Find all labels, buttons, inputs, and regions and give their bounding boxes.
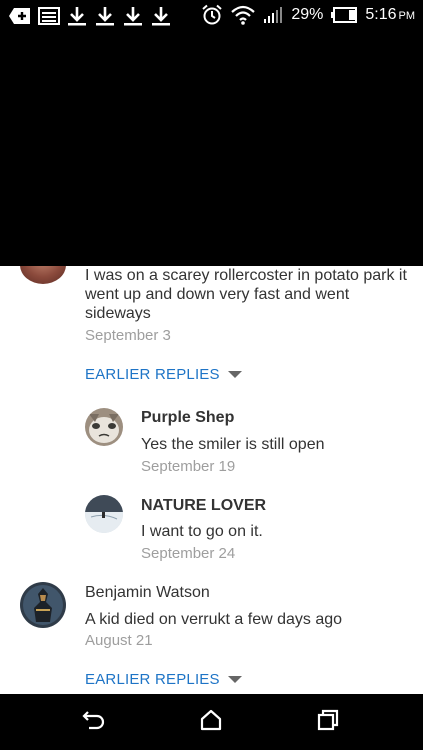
recents-button[interactable] — [313, 708, 343, 736]
avatar[interactable] — [20, 582, 66, 628]
download-icon — [94, 6, 116, 26]
add-box-icon — [8, 7, 32, 25]
home-button[interactable] — [196, 708, 226, 736]
video-player[interactable] — [0, 34, 423, 266]
reply-text: Yes the smiler is still open — [141, 436, 325, 453]
download-icon — [66, 6, 88, 26]
comments-list[interactable]: I was on a scarey rollercoster in potato… — [0, 266, 423, 694]
earlier-replies-label: EARLIER REPLIES — [85, 671, 220, 688]
back-icon — [82, 709, 106, 736]
status-bar: 29% 5:16 PM — [0, 0, 423, 34]
earlier-replies-button[interactable]: EARLIER REPLIES — [85, 671, 242, 688]
status-notifications — [8, 6, 172, 26]
chevron-down-icon — [227, 676, 242, 683]
reply-date: September 24 — [141, 545, 236, 562]
battery-percent: 29% — [291, 6, 324, 23]
wifi-icon — [231, 5, 256, 25]
reply-date: September 19 — [141, 458, 236, 475]
image-icon — [38, 7, 60, 25]
clock-ampm: PM — [398, 10, 416, 22]
download-icon — [122, 6, 144, 26]
reply-author[interactable]: Purple Shep — [141, 409, 234, 427]
reply-text: I want to go on it. — [141, 523, 263, 540]
navigation-bar — [0, 694, 423, 750]
alarm-icon — [201, 4, 223, 26]
avatar[interactable] — [85, 408, 123, 446]
comment-author[interactable]: Benjamin Watson — [85, 584, 210, 602]
comment-text: I was on a scarey rollercoster in potato… — [85, 267, 407, 322]
earlier-replies-label: EARLIER REPLIES — [85, 366, 220, 383]
avatar[interactable] — [20, 266, 66, 284]
recents-icon — [316, 709, 340, 736]
reply-author[interactable]: NATURE LOVER — [141, 497, 266, 515]
status-system: 29% 5:16 PM — [201, 4, 415, 26]
comment-text: A kid died on verrukt a few days ago — [85, 611, 343, 628]
avatar[interactable] — [85, 495, 123, 533]
comment-date: September 3 — [85, 327, 171, 344]
back-button[interactable] — [79, 708, 109, 736]
comment-date: August 21 — [85, 632, 153, 649]
home-icon — [199, 709, 223, 736]
signal-icon — [263, 6, 283, 24]
download-icon — [150, 6, 172, 26]
earlier-replies-button[interactable]: EARLIER REPLIES — [85, 366, 242, 383]
battery-icon — [331, 7, 358, 23]
clock-time: 5:16 — [365, 6, 397, 23]
clock: 5:16 PM — [365, 6, 415, 24]
chevron-down-icon — [227, 371, 242, 378]
